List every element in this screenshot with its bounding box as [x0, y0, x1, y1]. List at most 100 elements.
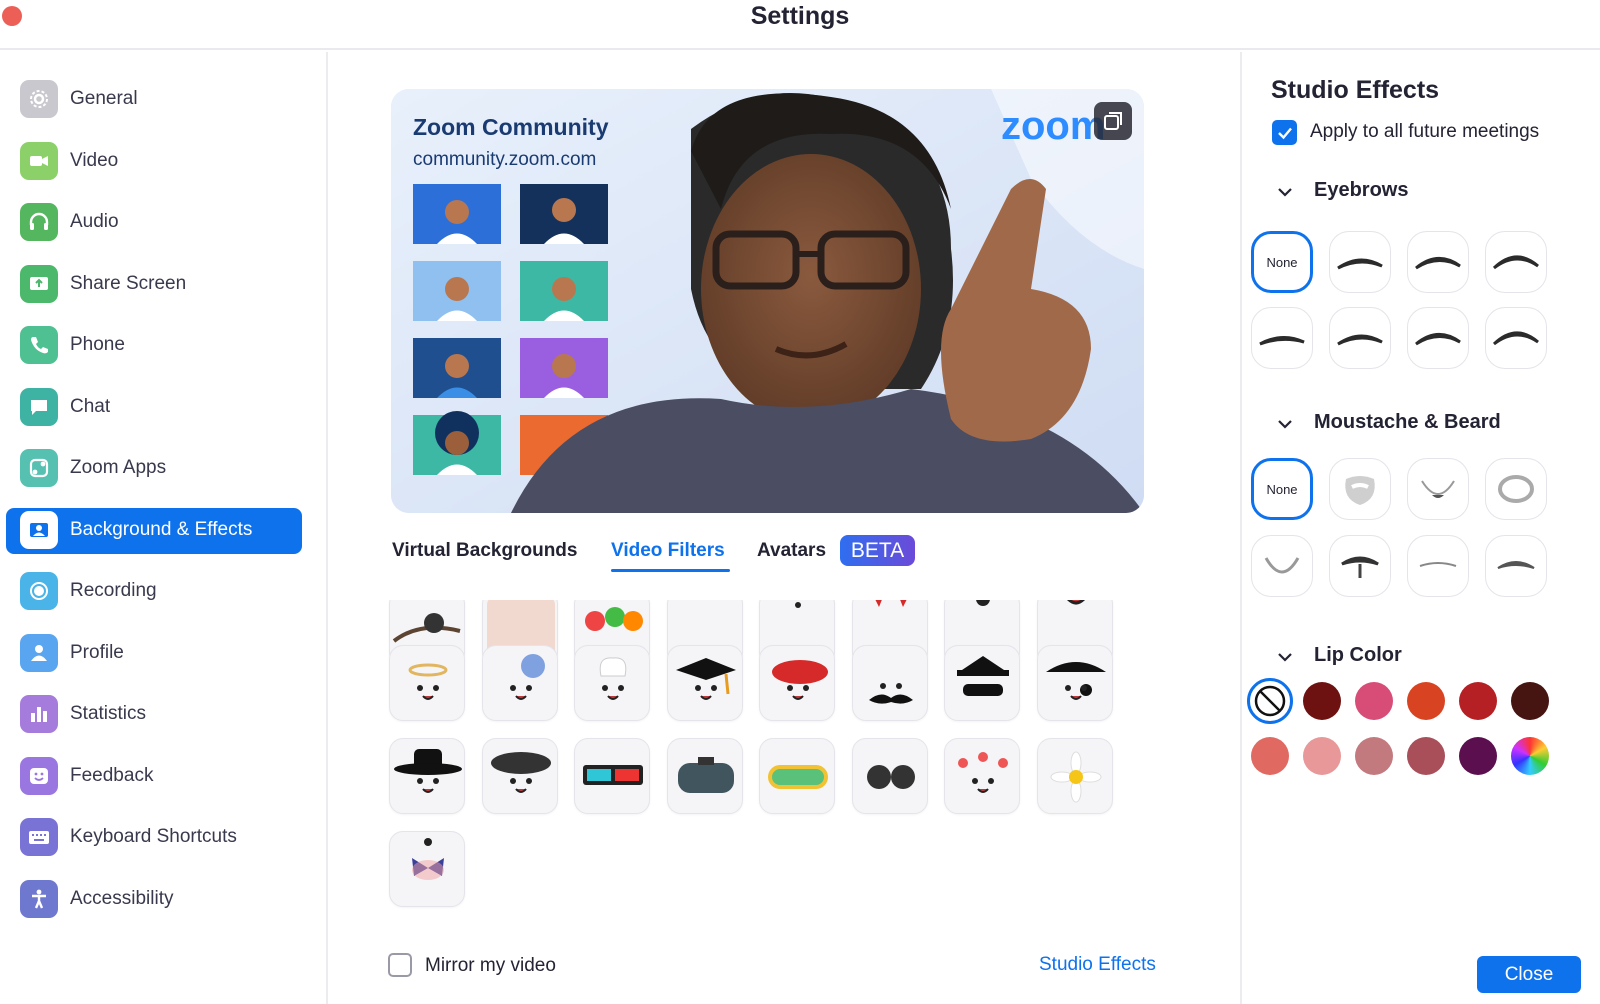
profile-icon [20, 634, 58, 672]
filter-graduation-cap[interactable] [666, 645, 743, 721]
beard-style-option[interactable] [1329, 535, 1391, 597]
eyebrow-style-option[interactable] [1485, 307, 1547, 369]
filter-bandit-mask[interactable] [944, 645, 1020, 721]
filter-black-hat[interactable] [389, 738, 465, 814]
filter-round-sunglasses[interactable] [851, 738, 928, 814]
lip-color-swatch[interactable] [1407, 682, 1445, 720]
filter-chef-hat[interactable] [574, 645, 650, 721]
no-color-icon [1254, 685, 1286, 717]
red-beret-icon [772, 660, 828, 700]
sidebar-item-accessibility[interactable]: Accessibility [6, 877, 302, 923]
filter-daisy[interactable] [1036, 738, 1113, 814]
keyboard-icon [20, 818, 58, 856]
eyebrow-icon [1415, 333, 1461, 346]
filter-halo-face[interactable] [389, 645, 465, 721]
beard-icon [1341, 556, 1379, 578]
filter-moustache-face[interactable] [851, 645, 928, 721]
sidebar-item-recording[interactable]: Recording [6, 569, 302, 615]
accessibility-icon [20, 880, 58, 918]
filter-pirate-hat[interactable] [1036, 645, 1113, 721]
eyebrow-icon [1337, 334, 1383, 346]
close-button[interactable]: Close [1477, 956, 1581, 993]
eyebrow-style-option[interactable] [1485, 231, 1547, 293]
sidebar-item-label: Video [70, 150, 119, 171]
sidebar-item-general[interactable]: General [6, 77, 302, 123]
filter-red-beret[interactable] [759, 645, 835, 721]
tab-avatars[interactable]: Avatars [757, 540, 826, 562]
lip-color-swatch[interactable] [1303, 737, 1341, 775]
sidebar-item-keyboard-shortcuts[interactable]: Keyboard Shortcuts [6, 815, 302, 861]
lip-color-swatch[interactable] [1251, 737, 1289, 775]
lip-color-swatch[interactable] [1355, 737, 1393, 775]
mirror-video-checkbox[interactable] [388, 953, 412, 977]
lip-color-swatch[interactable] [1407, 737, 1445, 775]
chevron-down-icon [1278, 653, 1292, 662]
custom-color-picker[interactable] [1511, 737, 1549, 775]
filter-flower-crown[interactable] [944, 738, 1020, 814]
filter-butterfly[interactable] [389, 831, 465, 907]
beard-none-option[interactable]: None [1251, 458, 1313, 520]
tab-video-filters[interactable]: Video Filters [611, 540, 725, 562]
sidebar-item-label: Share Screen [70, 273, 187, 294]
sidebar-item-profile[interactable]: Profile [6, 631, 302, 677]
eyebrow-style-option[interactable] [1407, 307, 1469, 369]
sidebar-item-label: Audio [70, 211, 119, 232]
sidebar-item-video[interactable]: Video [6, 139, 302, 185]
sidebar-item-label: General [70, 88, 138, 109]
beard-style-option[interactable] [1407, 458, 1469, 520]
expand-preview-button[interactable] [1094, 102, 1132, 140]
black-beret-icon [490, 752, 551, 793]
beard-style-option[interactable] [1485, 535, 1547, 597]
phone-icon [20, 326, 58, 364]
filter-flower-face[interactable] [481, 645, 558, 721]
lip-color-swatch[interactable] [1355, 682, 1393, 720]
filter-3d-glasses[interactable] [574, 738, 650, 814]
filter-vr-headset[interactable] [666, 738, 743, 814]
sidebar-item-share-screen[interactable]: Share Screen [6, 262, 302, 308]
eyebrow-style-option[interactable] [1251, 307, 1313, 369]
studio-effects-link[interactable]: Studio Effects [1039, 954, 1156, 976]
video-preview: Zoom Community community.zoom.com zoom [391, 89, 1144, 513]
eyebrow-style-option[interactable] [1407, 231, 1469, 293]
beard-style-option[interactable] [1407, 535, 1469, 597]
apply-future-checkbox[interactable] [1272, 120, 1297, 145]
lip-color-none-option[interactable] [1247, 678, 1293, 724]
studio-effects-title: Studio Effects [1271, 76, 1440, 104]
sidebar-item-chat[interactable]: Chat [6, 385, 302, 431]
community-url: community.zoom.com [413, 149, 596, 170]
share-screen-icon [20, 265, 58, 303]
eyebrow-style-option[interactable] [1329, 231, 1391, 293]
bar-chart-icon [20, 695, 58, 733]
beard-icon [1421, 480, 1455, 498]
eyebrows-heading: Eyebrows [1314, 179, 1409, 201]
lip-color-swatch[interactable] [1459, 682, 1497, 720]
chat-bubble-icon [20, 388, 58, 426]
portrait-icon [20, 511, 58, 549]
sidebar-item-statistics[interactable]: Statistics [6, 692, 302, 738]
sidebar-item-label: Chat [70, 396, 111, 417]
sidebar-item-zoom-apps[interactable]: Zoom Apps [6, 446, 302, 492]
eyebrow-icon [1492, 255, 1539, 270]
ski-goggles-icon [768, 765, 828, 789]
chef-hat-icon [599, 657, 627, 700]
sidebar-item-label: Feedback [70, 765, 154, 786]
lip-color-swatch[interactable] [1303, 682, 1341, 720]
filter-black-beret[interactable] [481, 738, 558, 814]
eyebrow-style-option[interactable] [1329, 307, 1391, 369]
lip-color-swatch[interactable] [1511, 682, 1549, 720]
halo-face-icon [408, 663, 448, 700]
lip-color-swatch[interactable] [1459, 737, 1497, 775]
beard-style-option[interactable] [1329, 458, 1391, 520]
beard-style-option[interactable] [1485, 458, 1547, 520]
filter-ski-goggles[interactable] [759, 738, 835, 814]
daisy-icon [1050, 751, 1101, 803]
tab-virtual-backgrounds[interactable]: Virtual Backgrounds [392, 540, 577, 562]
eyebrow-none-option[interactable]: None [1251, 231, 1313, 293]
smiley-icon [20, 757, 58, 795]
beard-style-option[interactable] [1251, 535, 1313, 597]
sidebar-item-background-effects[interactable]: Background & Effects [6, 508, 302, 554]
sidebar-item-audio[interactable]: Audio [6, 200, 302, 246]
none-label: None [1266, 481, 1298, 497]
sidebar-item-feedback[interactable]: Feedback [6, 754, 302, 800]
sidebar-item-phone[interactable]: Phone [6, 323, 302, 369]
